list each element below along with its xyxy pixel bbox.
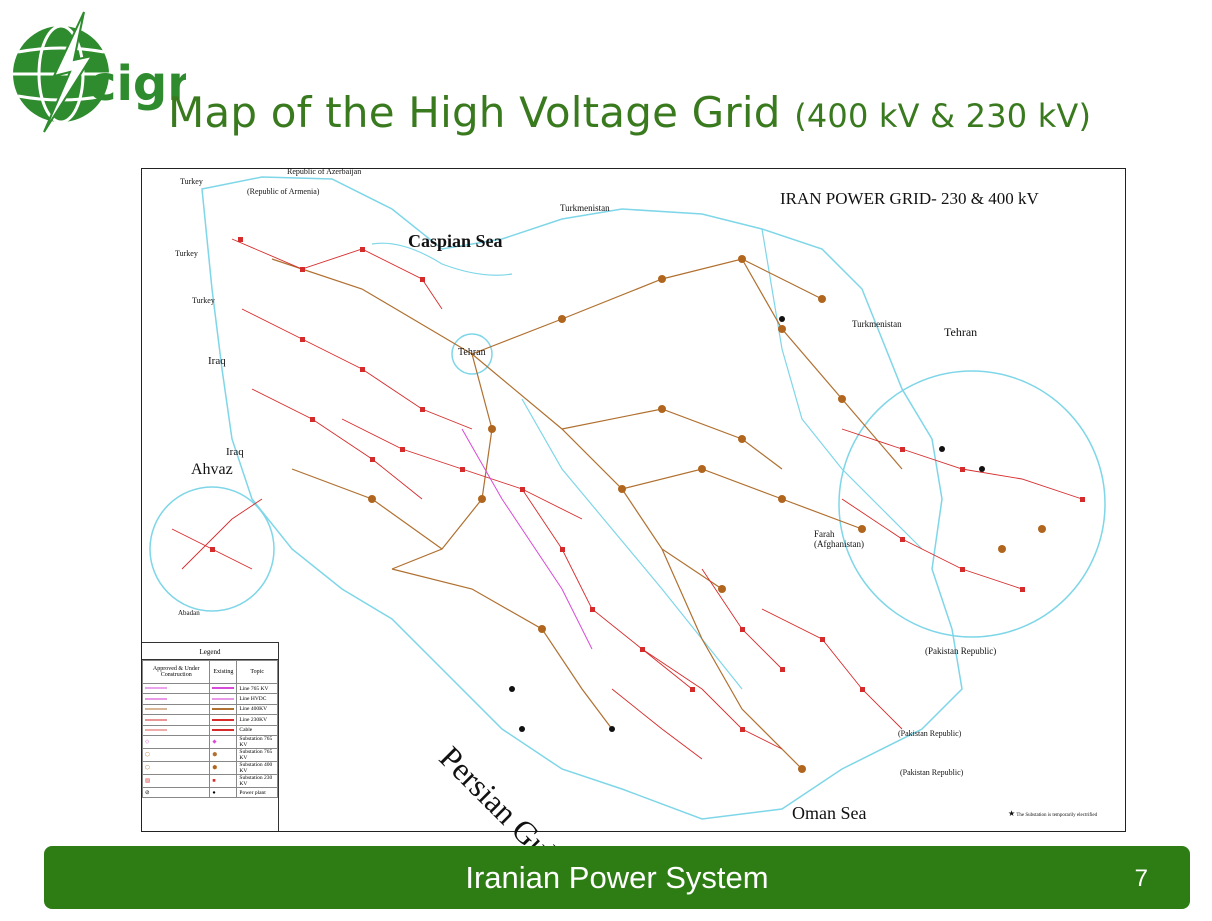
- legend-row: Line HVDC: [141, 693, 278, 705]
- caspian-sea-label: Caspian Sea: [408, 231, 503, 251]
- ahvaz-inset-label: Ahvaz: [191, 461, 233, 478]
- footer-text: Iranian Power System: [465, 860, 769, 895]
- turkmenistan-label-1: Turkmenistan: [560, 203, 610, 213]
- legend-table: Approved & Under Construction Existing T…: [141, 660, 278, 799]
- legend-header-row: Approved & Under Construction Existing T…: [141, 660, 278, 684]
- iraq-label-1: Iraq: [208, 355, 226, 367]
- legend-col-topic: Topic: [236, 660, 278, 684]
- note-label: ★ The Substation is temporarily electrif…: [1008, 809, 1097, 818]
- footer-bar: Iranian Power System 7: [44, 846, 1190, 909]
- pakistan-label-2: (Pakistan Republic): [898, 729, 962, 738]
- legend-row: Line 765 KV: [141, 682, 278, 695]
- map-graphic: [149, 176, 1106, 820]
- armenia-label: (Republic of Armenia): [247, 187, 320, 196]
- legend-row: ▨ ■ Substation 230 KV: [141, 773, 278, 788]
- oman-sea-label: Oman Sea: [792, 803, 867, 823]
- star-icon: ★: [1008, 809, 1016, 818]
- abadan-label: Abadan: [178, 609, 200, 617]
- pakistan-label-3: (Pakistan Republic): [900, 768, 964, 777]
- cigre-logo: cigré: [6, 4, 224, 134]
- legend-title: Legend: [142, 643, 278, 660]
- turkey-label-2: Turkey: [175, 249, 198, 258]
- note-text: The Substation is temporarily electrifie…: [1016, 813, 1098, 818]
- tehran-label: Tehran: [458, 347, 486, 358]
- legend-row: Line 400KV: [141, 703, 278, 716]
- azerbaijan-label: Republic of Azerbaijan: [287, 167, 362, 176]
- legend-row: Line 230KV: [141, 714, 278, 726]
- legend: Legend Approved & Under Construction Exi…: [141, 642, 279, 831]
- title-sub: (400 kV & 230 kV): [794, 97, 1092, 135]
- pakistan-label-1: (Pakistan Republic): [925, 646, 997, 656]
- legend-row: ◇ ◆ Substation 765 KV: [141, 734, 278, 749]
- page-number: 7: [1134, 865, 1148, 892]
- afghanistan-label: Farah (Afghanistan): [814, 529, 864, 549]
- legend-row: ⊘ ● Power plant: [141, 786, 278, 799]
- turkey-label-1: Turkey: [180, 177, 203, 186]
- legend-row: Cable: [141, 724, 278, 736]
- turkmenistan-label-2: Turkmenistan: [852, 319, 902, 329]
- grid-map: IRAN POWER GRID- 230 & 400 kV Caspian Se…: [141, 167, 1126, 878]
- tehran-inset-label: Tehran: [944, 325, 978, 339]
- turkey-label-3: Turkey: [192, 296, 215, 305]
- page-title: Map of the High Voltage Grid (400 kV & 2…: [168, 88, 1091, 137]
- legend-col-existing: Existing: [209, 660, 238, 684]
- iraq-label-2: Iraq: [226, 446, 244, 458]
- legend-row: ⬡ ⬢ Substation 400 KV: [141, 760, 278, 775]
- title-main: Map of the High Voltage Grid: [168, 88, 781, 137]
- legend-col-approved: Approved & Under Construction: [141, 660, 211, 684]
- legend-row: ⬡ ⬢ Substation 765 KV: [141, 747, 278, 762]
- map-heading: IRAN POWER GRID- 230 & 400 kV: [780, 189, 1039, 208]
